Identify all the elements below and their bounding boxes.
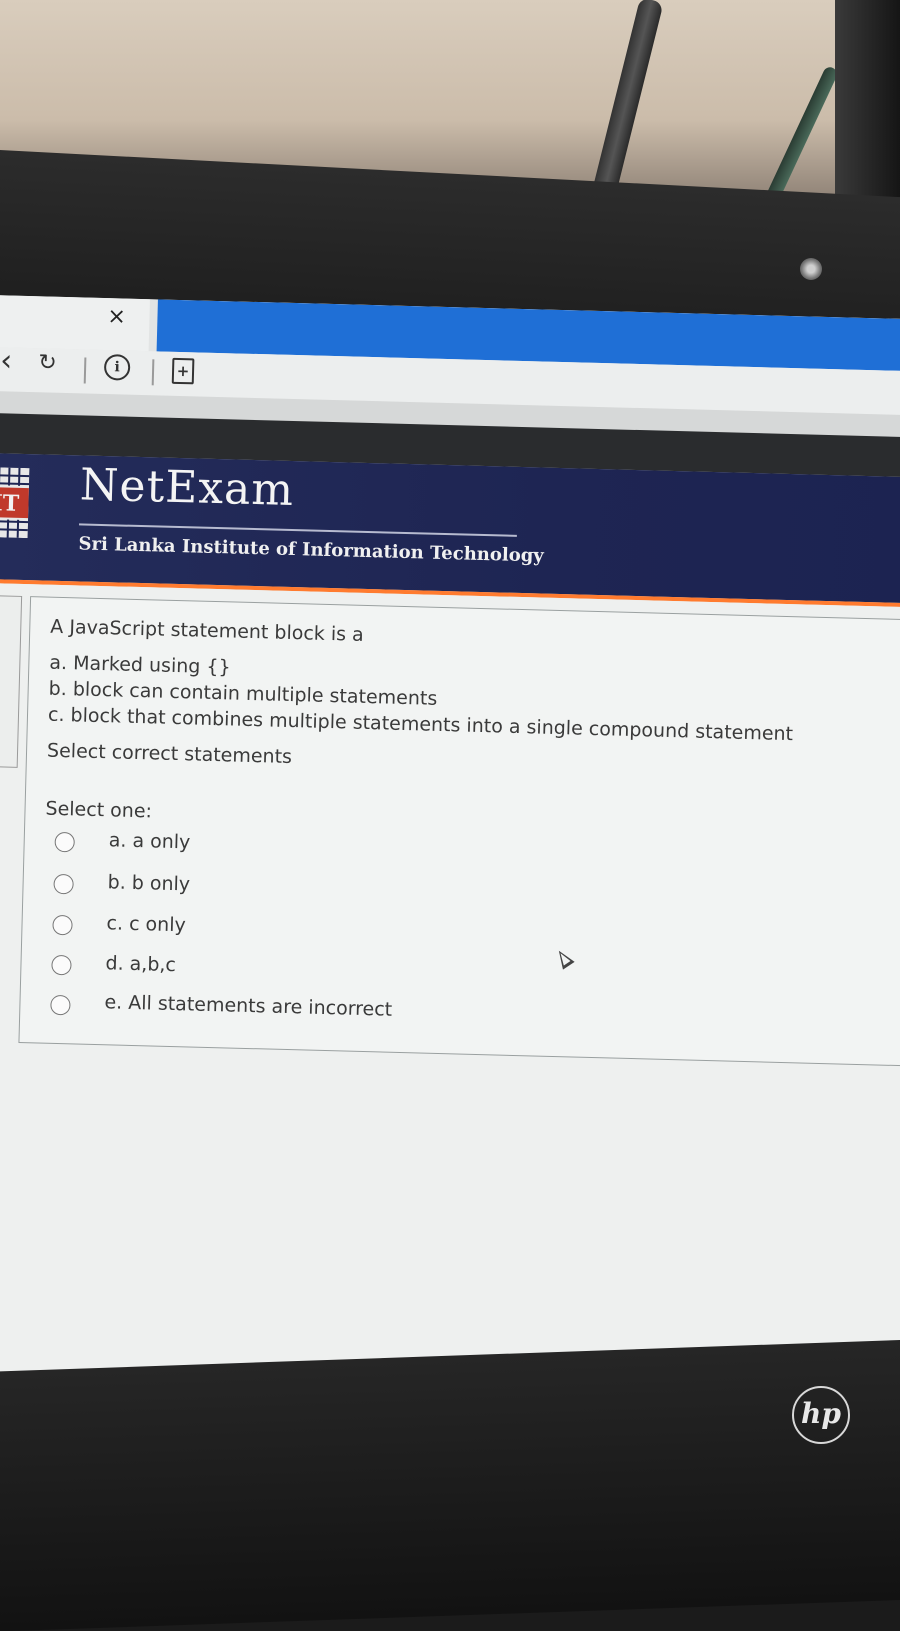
option-label-a[interactable]: a. a only: [108, 829, 190, 853]
institution-name: Sri Lanka Institute of Information Techn…: [78, 533, 544, 566]
option-radio-c[interactable]: [52, 915, 73, 936]
statement-item: c. block that combines multiple statemen…: [48, 704, 794, 746]
sliit-logo-icon: IT: [0, 467, 29, 538]
side-text: ed: [0, 638, 1, 659]
webcam-icon: [800, 258, 822, 280]
logo-text: IT: [0, 490, 20, 517]
laptop-screen: × ‹ ↻ i + IT NetExam Sri Lanka Institute…: [0, 295, 900, 1424]
option-label-d[interactable]: d. a,b,c: [105, 952, 176, 976]
browser-tab[interactable]: ×: [0, 295, 150, 351]
select-one-label: Select one:: [45, 798, 152, 823]
reload-icon[interactable]: ↻: [38, 350, 57, 375]
option-radio-b[interactable]: [53, 874, 74, 895]
question-nav-panel: ed n: [0, 595, 22, 768]
mouse-cursor-icon: [553, 947, 575, 970]
option-radio-d[interactable]: [51, 955, 72, 976]
close-icon[interactable]: ×: [107, 304, 126, 329]
question-instruction: Select correct statements: [47, 740, 292, 768]
option-label-c[interactable]: c. c only: [106, 912, 186, 936]
app-title: NetExam: [79, 459, 294, 516]
exam-page: ed n A JavaScript statement block is a a…: [0, 583, 900, 1424]
option-radio-a[interactable]: [54, 832, 75, 853]
option-radio-e[interactable]: [50, 995, 71, 1016]
option-label-b[interactable]: b. b only: [107, 871, 190, 895]
hp-logo-icon: hp: [792, 1386, 850, 1444]
laptop-bezel-bottom: [0, 1340, 900, 1631]
page-icon[interactable]: +: [172, 358, 195, 385]
question-box: A JavaScript statement block is a a. Mar…: [18, 596, 900, 1066]
netexam-header: IT NetExam Sri Lanka Institute of Inform…: [0, 453, 900, 604]
statement-item: a. Marked using {}: [49, 652, 231, 679]
question-prompt: A JavaScript statement block is a: [50, 616, 364, 646]
option-label-e[interactable]: e. All statements are incorrect: [104, 991, 392, 1021]
back-icon[interactable]: ‹: [0, 343, 13, 378]
